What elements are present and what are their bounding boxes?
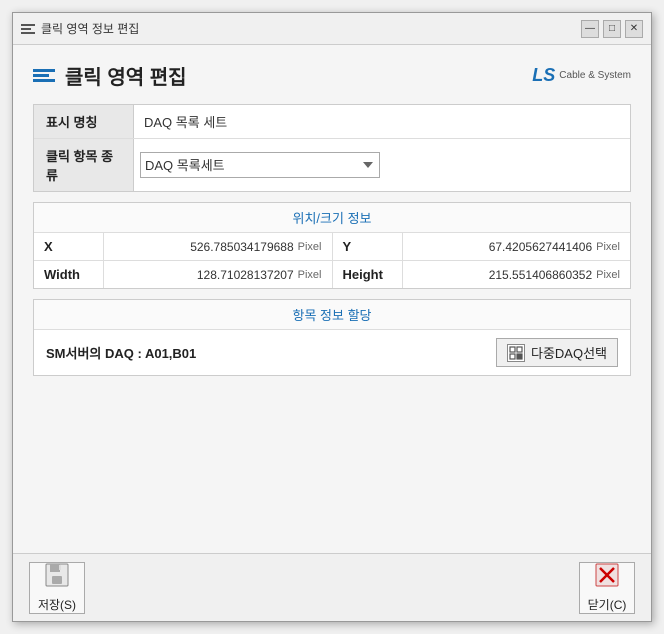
height-unit: Pixel [596,269,620,281]
y-value-cell: 67.4205627441406 Pixel [403,233,631,260]
wh-row: Width 128.71028137207 Pixel Height 215.5… [34,261,630,288]
x-value-cell: 526.785034179688 Pixel [104,233,332,260]
height-label: Height [333,261,403,288]
click-type-label: 클릭 항목 종류 [34,139,134,191]
page-title: 클릭 영역 편집 [65,61,187,90]
close-button[interactable]: 닫기(C) [579,562,635,614]
width-value: 128.71028137207 [197,268,294,282]
page-title-area: 클릭 영역 편집 [33,61,187,90]
close-title-button[interactable]: ✕ [625,20,643,38]
window-icon [21,24,35,34]
click-type-select[interactable]: DAQ 목록세트 [140,152,380,178]
item-section-header: 항목 정보 할당 [34,300,630,330]
item-row: SM서버의 DAQ : A01,B01 다중DAQ선택 [34,330,630,375]
daq-btn-icon [507,344,525,362]
title-bar-left: 클릭 영역 정보 편집 [21,20,139,37]
main-window: 클릭 영역 정보 편집 — □ ✕ 클릭 영역 편집 LS Cable & Sy… [12,12,652,622]
logo-sub: Cable & System [559,70,631,82]
title-bar-controls: — □ ✕ [581,20,643,38]
position-grid: X 526.785034179688 Pixel Y 67.4205627441… [34,233,630,288]
header-row: 클릭 영역 편집 LS Cable & System [33,61,631,90]
spacer [33,386,631,537]
minimize-button[interactable]: — [581,20,599,38]
width-unit: Pixel [298,269,322,281]
window-title: 클릭 영역 정보 편집 [41,20,139,37]
logo-text: LS [532,65,555,86]
daq-select-button[interactable]: 다중DAQ선택 [496,338,618,367]
close-label: 닫기(C) [588,596,627,613]
width-value-cell: 128.71028137207 Pixel [104,261,332,288]
page-title-icon [33,69,55,82]
maximize-button[interactable]: □ [603,20,621,38]
click-type-row: 클릭 항목 종류 DAQ 목록세트 [34,139,630,191]
save-button[interactable]: 저장(S) [29,562,85,614]
daq-btn-label: 다중DAQ선택 [531,343,607,362]
x-unit: Pixel [298,241,322,253]
x-value: 526.785034179688 [190,240,293,254]
footer: 저장(S) 닫기(C) [13,553,651,621]
width-label: Width [34,261,104,288]
y-value: 67.4205627441406 [489,240,592,254]
display-name-label: 표시 명칭 [34,105,134,138]
save-label: 저장(S) [38,596,76,613]
form-section: 표시 명칭 DAQ 목록 세트 클릭 항목 종류 DAQ 목록세트 [33,104,631,192]
title-bar: 클릭 영역 정보 편집 — □ ✕ [13,13,651,45]
position-section-header: 위치/크기 정보 [34,203,630,233]
close-icon [594,562,620,594]
click-type-select-wrapper: DAQ 목록세트 [134,139,630,191]
display-name-value: DAQ 목록 세트 [134,105,630,138]
height-value: 215.551406860352 [489,268,592,282]
save-icon [44,562,70,594]
sm-daq-label: SM서버의 DAQ : A01,B01 [46,343,196,362]
xy-row: X 526.785034179688 Pixel Y 67.4205627441… [34,233,630,261]
logo-area: LS Cable & System [532,65,631,86]
y-unit: Pixel [596,241,620,253]
y-label: Y [333,233,403,260]
position-section: 위치/크기 정보 X 526.785034179688 Pixel Y 67.4… [33,202,631,289]
x-label: X [34,233,104,260]
item-section: 항목 정보 할당 SM서버의 DAQ : A01,B01 다중DAQ선택 [33,299,631,376]
height-value-cell: 215.551406860352 Pixel [403,261,631,288]
display-name-row: 표시 명칭 DAQ 목록 세트 [34,105,630,139]
content-area: 클릭 영역 편집 LS Cable & System 표시 명칭 DAQ 목록 … [13,45,651,553]
